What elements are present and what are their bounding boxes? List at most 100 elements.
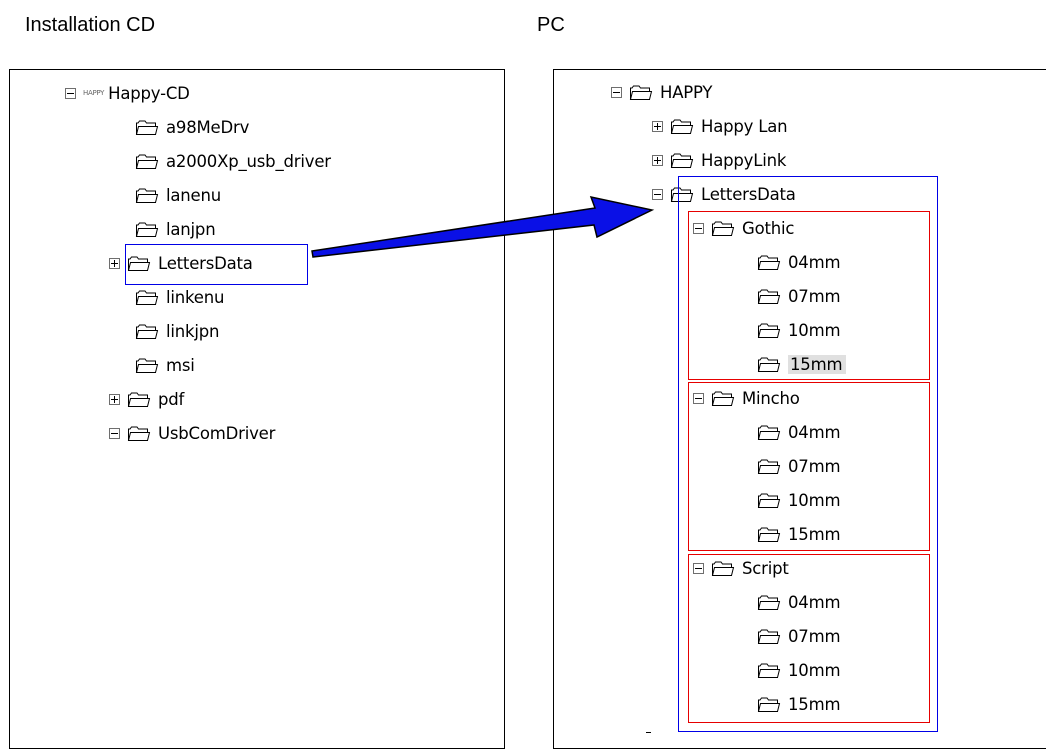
tree-node-label: 15mm (788, 524, 841, 544)
tree-node-gothic-10mm[interactable]: 10mm (757, 317, 841, 343)
tree-node-label: 07mm (788, 626, 841, 646)
folder-icon (757, 458, 781, 475)
tree-node-label: 10mm (788, 660, 841, 680)
folder-icon (135, 221, 159, 238)
folder-icon (127, 425, 151, 442)
folder-icon (670, 152, 694, 169)
folder-icon (629, 84, 653, 101)
tree-node-lettersdata-pc[interactable]: LettersData (652, 181, 796, 207)
folder-icon (135, 187, 159, 204)
tree-node-label: 04mm (788, 252, 841, 272)
tree-node-gothic-15mm[interactable]: 15mm (757, 351, 847, 377)
tree-node-label: Happy-CD (108, 83, 190, 103)
folder-icon (757, 696, 781, 713)
tree-node-mincho[interactable]: Mincho (693, 385, 800, 411)
tree-node-label: pdf (158, 389, 185, 409)
expand-icon[interactable] (109, 393, 120, 405)
tree-node-a2000xp-usb-driver[interactable]: a2000Xp_usb_driver (135, 148, 331, 174)
collapse-icon[interactable] (65, 87, 76, 99)
folder-icon (757, 662, 781, 679)
tree-node-linkjpn[interactable]: linkjpn (135, 318, 219, 344)
tree-node-label: 10mm (788, 320, 841, 340)
folder-icon (135, 357, 159, 374)
tree-node-label: Gothic (742, 218, 795, 238)
folder-icon (757, 322, 781, 339)
tree-node-label: lanenu (166, 185, 222, 205)
tree-node-label: linkjpn (166, 321, 220, 341)
caption-installation-cd: Installation CD (25, 14, 156, 36)
folder-icon (135, 323, 159, 340)
tree-node-mincho-04mm[interactable]: 04mm (757, 419, 841, 445)
expand-icon[interactable] (109, 257, 120, 269)
tree-node-happy-lan[interactable]: Happy Lan (652, 113, 788, 139)
tree-node-label: a98MeDrv (166, 117, 250, 137)
collapse-icon[interactable] (611, 86, 622, 98)
tree-node-happy[interactable]: HAPPY (611, 79, 713, 105)
tree-node-script[interactable]: Script (693, 555, 789, 581)
tree-dash-mark (646, 732, 651, 733)
collapse-icon[interactable] (693, 222, 704, 234)
tree-node-happylink[interactable]: HappyLink (652, 147, 786, 173)
tree-node-label: Script (742, 558, 789, 578)
tree-node-mincho-15mm[interactable]: 15mm (757, 521, 841, 547)
tree-node-lettersdata-cd[interactable]: LettersData (109, 250, 253, 276)
tree-node-label-selected: 15mm (788, 354, 847, 374)
collapse-icon[interactable] (109, 427, 120, 439)
folder-icon (711, 560, 735, 577)
tree-node-script-10mm[interactable]: 10mm (757, 657, 841, 683)
caption-pc: PC (537, 14, 565, 36)
folder-icon (757, 254, 781, 271)
folder-icon (670, 186, 694, 203)
tree-node-script-04mm[interactable]: 04mm (757, 589, 841, 615)
expand-icon[interactable] (652, 120, 663, 132)
folder-icon (135, 153, 159, 170)
tree-node-linkenu[interactable]: linkenu (135, 284, 224, 310)
tree-node-mincho-10mm[interactable]: 10mm (757, 487, 841, 513)
tree-node-label: msi (166, 355, 195, 375)
folder-icon (757, 356, 781, 373)
folder-icon (757, 526, 781, 543)
tree-node-gothic[interactable]: Gothic (693, 215, 794, 241)
installation-cd-tree: HAPPY Happy-CD a98MeDrv a2000Xp_usb_driv… (9, 69, 505, 749)
tree-node-label: Happy Lan (701, 116, 788, 136)
tree-node-usbcomdriver[interactable]: UsbComDriver (109, 420, 275, 446)
tree-node-lanjpn[interactable]: lanjpn (135, 216, 216, 242)
folder-icon (135, 119, 159, 136)
tree-node-label: HappyLink (701, 150, 787, 170)
folder-icon (757, 288, 781, 305)
folder-icon (135, 289, 159, 306)
tree-node-label: 04mm (788, 422, 841, 442)
folder-icon (757, 492, 781, 509)
happy-logo-icon: HAPPY (83, 89, 105, 97)
tree-node-label: linkenu (166, 287, 225, 307)
folder-icon (670, 118, 694, 135)
tree-node-label: HAPPY (660, 82, 713, 102)
tree-node-script-07mm[interactable]: 07mm (757, 623, 841, 649)
tree-node-label: 04mm (788, 592, 841, 612)
collapse-icon[interactable] (693, 392, 704, 404)
tree-node-happy-cd[interactable]: HAPPY Happy-CD (65, 80, 190, 106)
tree-node-label: a2000Xp_usb_driver (166, 151, 331, 171)
collapse-icon[interactable] (693, 562, 704, 574)
tree-node-gothic-07mm[interactable]: 07mm (757, 283, 841, 309)
tree-node-mincho-07mm[interactable]: 07mm (757, 453, 841, 479)
folder-icon (127, 255, 151, 272)
tree-node-label: 10mm (788, 490, 841, 510)
expand-icon[interactable] (652, 154, 663, 166)
tree-node-label: LettersData (701, 184, 796, 204)
tree-node-label: Mincho (742, 388, 800, 408)
folder-icon (127, 391, 151, 408)
folder-icon (757, 424, 781, 441)
tree-node-msi[interactable]: msi (135, 352, 195, 378)
tree-node-label: lanjpn (166, 219, 216, 239)
tree-node-gothic-04mm[interactable]: 04mm (757, 249, 841, 275)
tree-node-label: 07mm (788, 456, 841, 476)
tree-node-a98medrv[interactable]: a98MeDrv (135, 114, 249, 140)
tree-node-lanenu[interactable]: lanenu (135, 182, 221, 208)
tree-node-script-15mm[interactable]: 15mm (757, 691, 841, 717)
tree-node-label: 07mm (788, 286, 841, 306)
folder-icon (711, 390, 735, 407)
tree-node-pdf[interactable]: pdf (109, 386, 184, 412)
collapse-icon[interactable] (652, 188, 663, 200)
tree-node-label: UsbComDriver (158, 423, 276, 443)
